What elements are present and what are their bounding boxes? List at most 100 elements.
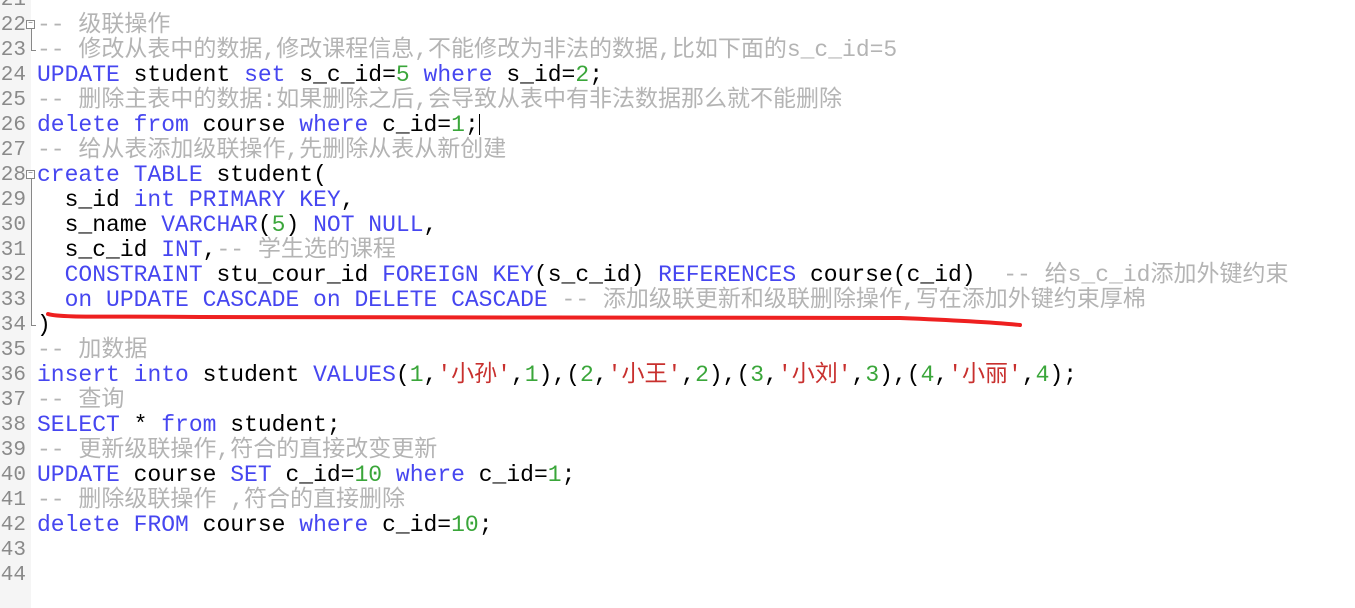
code-text: CONSTRAINT stu_cour_id FOREIGN KEY(s_c_i…: [37, 261, 1289, 288]
number-token: 5: [395, 61, 410, 88]
code-editor[interactable]: 21 22− -- 级联操作 23 -- 修改从表中的数据,修改课程信息,不能修改为非法…: [0, 0, 1355, 608]
code-line[interactable]: 42 delete FROM course where c_id=10;: [0, 511, 1355, 538]
line-number: 28: [0, 163, 26, 187]
line-number: 25: [0, 88, 26, 112]
keyword-token: SET: [230, 461, 272, 488]
code-line[interactable]: 39 -- 更新级联操作,符合的直接改变更新: [0, 437, 1355, 463]
identifier-token: [175, 187, 189, 213]
identifier-token: s_c_id: [37, 236, 162, 263]
identifier-token: ;: [561, 461, 576, 488]
keyword-token: delete: [37, 511, 120, 538]
code-lines[interactable]: 21 22− -- 级联操作 23 -- 修改从表中的数据,修改课程信息,不能修改为非法…: [0, 0, 1355, 588]
keyword-token: from: [133, 111, 189, 138]
keyword-token: where: [299, 111, 369, 138]
code-text: -- 查询: [37, 386, 125, 413]
identifier-token: c_id=: [368, 111, 452, 138]
keyword-token: INT: [161, 236, 203, 263]
line-number: 32: [0, 263, 26, 287]
code-line[interactable]: 31 s_c_id INT,-- 学生选的课程: [0, 236, 1355, 263]
comment-token: -- 查询: [37, 386, 125, 413]
identifier-token: c_id=: [368, 511, 452, 538]
code-line[interactable]: 37 -- 查询: [0, 386, 1355, 413]
fold-collapse-icon[interactable]: −: [26, 19, 35, 29]
identifier-token: ,: [681, 361, 696, 388]
identifier-token: [37, 287, 65, 313]
line-number: 34: [0, 313, 26, 337]
line-number: 44: [0, 563, 26, 587]
code-text: on UPDATE CASCADE on DELETE CASCADE -- 添…: [37, 287, 1146, 313]
identifier-token: ): [37, 311, 51, 338]
code-line[interactable]: 40 UPDATE course SET c_id=10 where c_id=1…: [0, 461, 1355, 488]
string-token: '小丽': [948, 361, 1022, 388]
line-number: 26: [0, 113, 26, 137]
string-token: '小刘': [777, 361, 852, 388]
code-line[interactable]: 21: [0, 0, 1355, 13]
code-line[interactable]: 43: [0, 538, 1355, 563]
code-text: -- 修改从表中的数据,修改课程信息,不能修改为非法的数据,比如下面的s_c_i…: [37, 37, 897, 63]
number-token: 2: [575, 61, 590, 88]
keyword-token: FOREIGN KEY: [382, 261, 534, 288]
keyword-token: UPDATE: [37, 61, 120, 88]
code-line[interactable]: 41 -- 删除级联操作 ,符合的直接删除: [0, 486, 1355, 513]
code-line[interactable]: 32 CONSTRAINT stu_cour_id FOREIGN KEY(s_…: [0, 261, 1355, 288]
code-line[interactable]: 30 s_name VARCHAR(5) NOT NULL,: [0, 211, 1355, 238]
fold-range-line: [31, 178, 32, 325]
line-number: 39: [0, 438, 26, 462]
code-text: -- 删除级联操作 ,符合的直接删除: [37, 486, 406, 513]
line-number: 43: [0, 538, 26, 562]
number-token: 4: [1035, 361, 1050, 388]
code-text: -- 加数据: [37, 337, 147, 363]
code-line[interactable]: 25 -- 删除主表中的数据:如果删除之后,会导致从表中有非法数据那么就不能删除: [0, 86, 1355, 113]
line-number: 23: [0, 38, 26, 62]
code-line[interactable]: 34): [0, 311, 1355, 338]
code-line[interactable]: 28− create TABLE student(: [0, 161, 1355, 188]
line-number: 27: [0, 138, 26, 162]
keyword-token: create: [37, 161, 120, 188]
identifier-token: ,: [423, 211, 438, 238]
identifier-token: student: [119, 61, 245, 88]
number-token: 3: [750, 361, 765, 388]
fold-collapse-icon[interactable]: −: [26, 169, 35, 179]
line-number: 21: [0, 0, 26, 12]
identifier-token: ,: [423, 361, 438, 388]
identifier-token: student;: [216, 411, 341, 438]
code-line[interactable]: 38 SELECT * from student;: [0, 411, 1355, 438]
code-text: delete FROM course where c_id=10;: [37, 511, 493, 538]
string-token: '小孙': [437, 361, 511, 388]
identifier-token: [120, 362, 134, 388]
number-token: 1: [524, 361, 539, 388]
code-line[interactable]: 33 on UPDATE CASCADE on DELETE CASCADE -…: [0, 287, 1355, 313]
number-token: 5: [271, 211, 286, 238]
code-line[interactable]: 35 -- 加数据: [0, 337, 1355, 363]
code-line[interactable]: 27 -- 给从表添加级联操作,先删除从表从新创建: [0, 136, 1355, 163]
code-line[interactable]: 22− -- 级联操作: [0, 12, 1355, 38]
keyword-token: SELECT: [37, 411, 120, 438]
code-line[interactable]: 23 -- 修改从表中的数据,修改课程信息,不能修改为非法的数据,比如下面的s_c…: [0, 37, 1355, 63]
code-line[interactable]: 36 insert into student VALUES(1,'小孙',1),(…: [0, 361, 1355, 388]
identifier-token: [410, 62, 424, 88]
comment-token: -- 删除级联操作 ,符合的直接删除: [37, 486, 406, 513]
code-line[interactable]: 26 delete from course where c_id=1;: [0, 111, 1355, 138]
keyword-token: int: [133, 186, 176, 213]
code-text: ): [37, 311, 51, 338]
number-token: 2: [695, 361, 709, 388]
line-number: 22: [0, 13, 26, 37]
fold-end-marker: [31, 49, 36, 51]
number-token: 1: [451, 111, 465, 138]
line-number: 42: [0, 513, 26, 537]
code-text: SELECT * from student;: [37, 411, 341, 438]
code-text: s_c_id INT,-- 学生选的课程: [37, 236, 396, 263]
code-line[interactable]: 29 s_id int PRIMARY KEY,: [0, 186, 1355, 213]
line-number: 24: [0, 63, 26, 87]
number-token: 4: [920, 361, 935, 388]
comment-token: -- 给从表添加级联操作,先删除从表从新创建: [37, 136, 507, 163]
identifier-token: ): [285, 211, 314, 238]
identifier-token: [120, 512, 134, 538]
code-line[interactable]: 24 UPDATE student set s_c_id=5 where s_id…: [0, 61, 1355, 88]
keyword-token: into: [133, 361, 189, 388]
code-line[interactable]: 44: [0, 563, 1355, 588]
identifier-token: ,: [1021, 361, 1036, 388]
identifier-token: *: [119, 411, 162, 438]
code-text: UPDATE student set s_c_id=5 where s_id=2…: [37, 61, 603, 88]
comment-token: -- 删除主表中的数据:如果删除之后,会导致从表中有非法数据那么就不能删除: [37, 86, 843, 113]
